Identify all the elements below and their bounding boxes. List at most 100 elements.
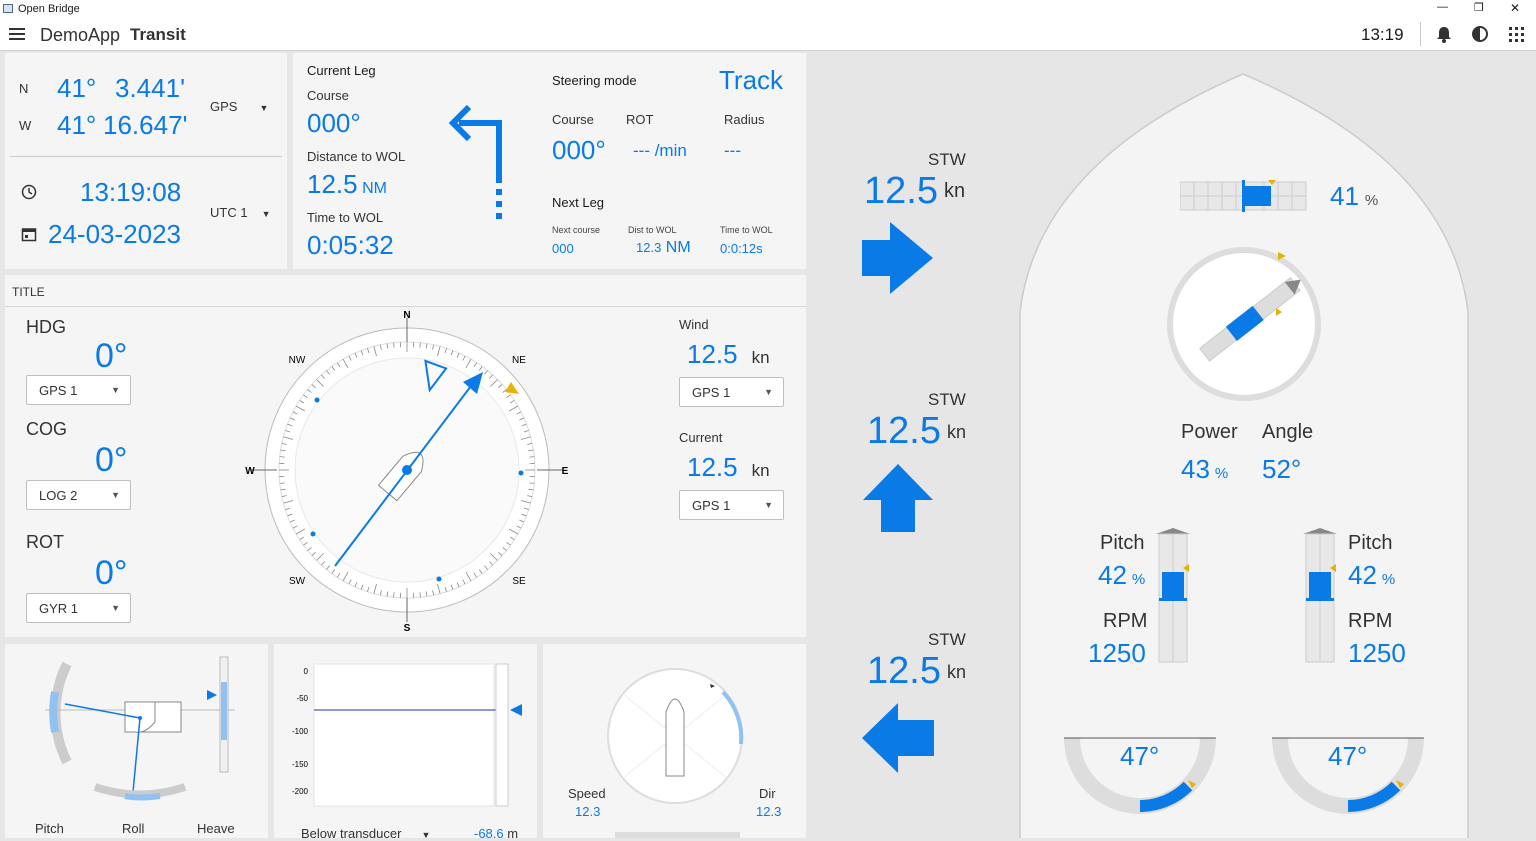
depth-panel: 0 -50 -100 -150 -200 Below transducer▼ -…	[274, 644, 537, 838]
rot-source-value: GYR 1	[39, 601, 78, 616]
next-time-value: 0:0:12s	[720, 241, 763, 256]
depth-number: -68.6	[474, 826, 504, 841]
stbd-pitch-label: Pitch	[1348, 532, 1392, 555]
calendar-icon	[21, 226, 37, 242]
dist-wol-label: Distance to WOL	[307, 149, 405, 164]
hdg-source-select[interactable]: GPS 1▼	[26, 375, 131, 405]
compass-rose: N S E W NE NW SE SW	[237, 305, 577, 635]
power-value: 43%	[1181, 454, 1228, 485]
current-unit: kn	[752, 461, 770, 480]
angle-label: Angle	[1262, 421, 1313, 444]
compass-n: N	[403, 310, 410, 321]
lat-degrees: 41°	[57, 73, 96, 104]
depth-tick-3: -150	[292, 760, 309, 769]
rot-source-select[interactable]: GYR 1 ▼	[26, 593, 131, 623]
scrollbar[interactable]	[615, 832, 740, 838]
depth-tick-4: -200	[292, 787, 309, 796]
port-rpm-value: 1250	[1088, 638, 1146, 669]
position-source-select[interactable]: GPS▼	[210, 99, 268, 114]
lat-label: N	[19, 81, 28, 96]
compass-se: SE	[512, 576, 526, 587]
apps-grid-icon[interactable]	[1509, 27, 1524, 42]
next-time-label: Time to WOL	[720, 225, 773, 235]
brightness-icon[interactable]	[1471, 25, 1489, 43]
depth-ref-value: Below transducer	[301, 826, 401, 841]
app-window-icon	[3, 4, 13, 13]
compass-w: W	[245, 466, 255, 477]
utc-clock: 13:19:08	[80, 177, 181, 208]
compass-panel: TITLE HDG 0° GPS 1▼ COG 0° LOG 2▼ ROT 0°…	[5, 275, 806, 637]
wind-dir-value: 12.3	[756, 804, 781, 819]
chevron-down-icon: ▼	[262, 209, 271, 219]
heave-label: Heave	[197, 821, 235, 836]
dist-wol-number: 12.5	[307, 169, 358, 199]
compass-tick	[394, 592, 395, 597]
lat-minutes: 3.441'	[115, 73, 185, 104]
arrow-right-icon	[860, 220, 936, 296]
azimuth-thruster-dial	[1164, 244, 1324, 404]
close-button[interactable]: ✕	[1510, 1, 1520, 15]
stbd-rpm-label: RPM	[1348, 610, 1392, 633]
compass-nw: NW	[289, 355, 306, 366]
chevron-down-icon: ▼	[764, 500, 773, 510]
clock-icon	[21, 184, 37, 200]
timezone-select[interactable]: UTC 1 ▼	[210, 205, 270, 220]
steer-course-label: Course	[552, 112, 594, 127]
wind-source-select[interactable]: GPS 1▼	[679, 377, 784, 407]
current-source-value: GPS 1	[692, 498, 730, 513]
clock-display: 13:19	[1361, 25, 1404, 45]
timezone-value: UTC 1	[210, 205, 248, 220]
minimize-button[interactable]: —	[1437, 1, 1448, 13]
compass-tick	[529, 483, 534, 484]
stbd-pitch-unit: %	[1382, 571, 1395, 588]
lon-label: W	[19, 118, 31, 133]
wind-source-value: GPS 1	[692, 385, 730, 400]
stw-label: STW	[928, 630, 966, 650]
wind-dial-panel: Speed 12.3 Dir 12.3	[543, 644, 806, 838]
menu-icon[interactable]	[9, 28, 25, 41]
next-dist-number: 12.3	[636, 240, 661, 255]
thruster-number: 41	[1330, 181, 1359, 211]
steer-radius-label: Radius	[724, 112, 764, 127]
current-label: Current	[679, 430, 722, 445]
steer-radius-value: ---	[724, 141, 741, 161]
steer-course-value: 000°	[552, 135, 606, 166]
power-label: Power	[1181, 421, 1238, 444]
motion-panel: Pitch Roll Heave	[5, 644, 268, 838]
next-dist-value: 12.3 NM	[636, 239, 691, 257]
route-panel: Current Leg Course 000° Distance to WOL …	[293, 53, 806, 269]
stbd-pitch-gauge	[1302, 526, 1338, 664]
divider	[1420, 22, 1421, 46]
steering-mode-value: Track	[719, 65, 783, 96]
panel-title: TITLE	[12, 285, 45, 299]
current-source-select[interactable]: GPS 1 ▼	[679, 490, 784, 520]
depth-value: -68.6 m	[474, 826, 518, 841]
leg-course-label: Course	[307, 88, 349, 103]
current-leg-title: Current Leg	[307, 63, 376, 78]
chevron-down-icon: ▼	[111, 603, 120, 613]
stw-value: 12.5	[864, 170, 938, 213]
window-titlebar: Open Bridge — ❐ ✕	[0, 0, 1536, 18]
wind-dial	[603, 664, 753, 814]
restore-button[interactable]: ❐	[1474, 1, 1484, 14]
port-rudder-value: 47°	[1120, 741, 1159, 772]
next-dist-unit: NM	[666, 239, 691, 256]
pitch-roll-heave-gauge	[35, 652, 250, 802]
current-value: 12.5kn	[687, 452, 770, 483]
stw-label: STW	[928, 150, 966, 170]
compass-ne: NE	[512, 355, 526, 366]
dist-wol-value: 12.5 NM	[307, 169, 387, 200]
next-dist-label: Dist to WOL	[628, 225, 677, 235]
wind-label: Wind	[679, 317, 709, 332]
port-pitch-unit: %	[1132, 571, 1145, 588]
app-bar: DemoApp Transit 13:19	[0, 18, 1536, 51]
cog-source-select[interactable]: LOG 2▼	[26, 480, 131, 510]
thruster-percent: 41%	[1330, 181, 1378, 212]
bell-icon[interactable]	[1436, 26, 1452, 43]
port-pitch-gauge	[1155, 526, 1191, 664]
next-leg-title: Next Leg	[552, 195, 604, 210]
stbd-rpm-value: 1250	[1348, 638, 1406, 669]
depth-reference-select[interactable]: Below transducer▼	[301, 826, 430, 841]
port-rpm-label: RPM	[1103, 610, 1147, 633]
cog-value: 0°	[95, 441, 128, 480]
